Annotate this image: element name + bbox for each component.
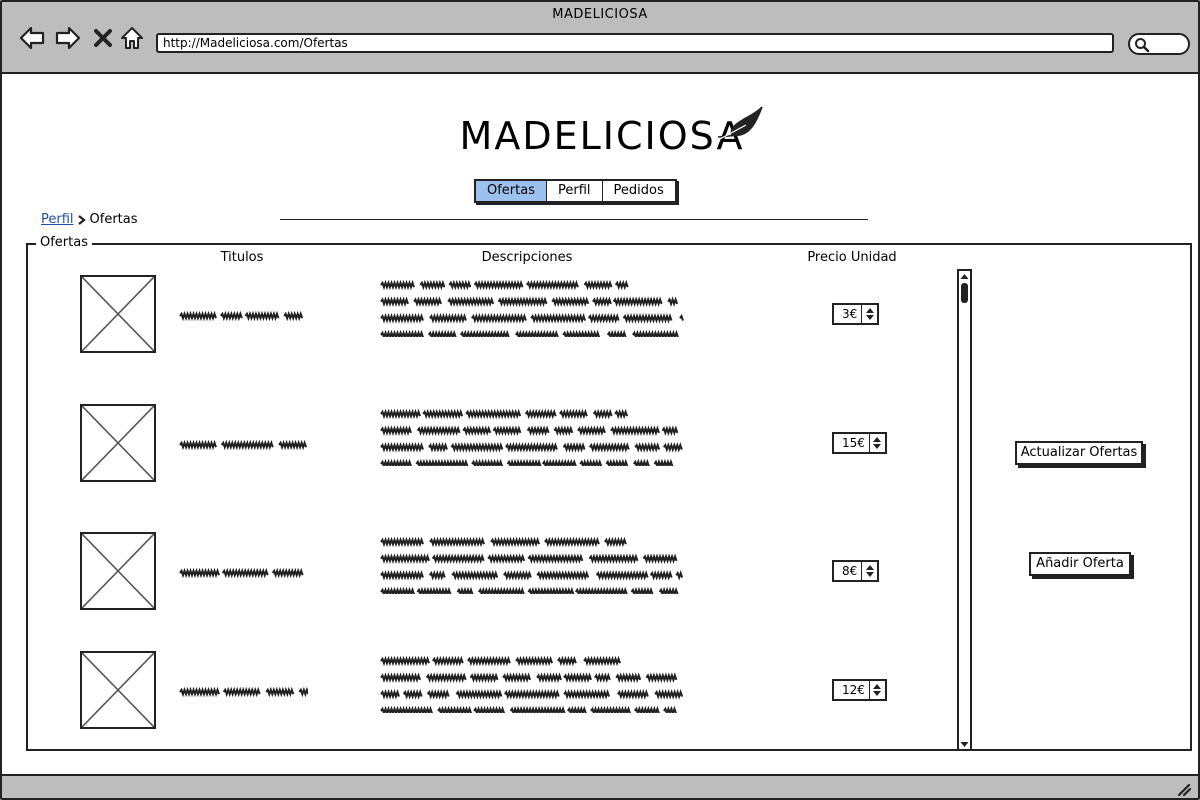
offer-title-scribble <box>178 564 308 583</box>
offers-scrollbar[interactable] <box>957 269 972 751</box>
offer-image-placeholder <box>80 532 156 610</box>
breadcrumb-link-perfil[interactable]: Perfil <box>41 212 74 227</box>
scroll-down-arrow-icon[interactable] <box>959 739 970 749</box>
offer-description-scribble <box>379 279 684 341</box>
offers-legend: Ofertas <box>36 235 92 250</box>
scroll-up-arrow-icon[interactable] <box>959 271 970 281</box>
add-offer-button[interactable]: Añadir Oferta <box>1029 552 1131 576</box>
column-header-titles: Titulos <box>220 250 264 265</box>
window-title: MADELICIOSA <box>552 7 648 22</box>
offer-description-scribble <box>379 536 684 598</box>
scroll-thumb[interactable] <box>961 283 968 303</box>
offer-image-placeholder <box>80 275 156 353</box>
price-stepper[interactable]: 12€ <box>832 679 887 701</box>
price-value: 12€ <box>842 683 865 697</box>
column-header-price: Precio Unidad <box>807 250 897 265</box>
offer-description-scribble <box>379 655 684 717</box>
browser-titlebar: MADELICIOSA http://Madeliciosa.com/Ofert… <box>2 2 1198 74</box>
forward-icon[interactable] <box>54 24 82 52</box>
breadcrumb-current: Ofertas <box>89 212 138 227</box>
update-offers-button[interactable]: Actualizar Ofertas <box>1015 441 1143 465</box>
price-value: 15€ <box>842 436 865 450</box>
url-input[interactable]: http://Madeliciosa.com/Ofertas <box>156 33 1114 53</box>
logo-text: MADELICIOSA <box>459 114 745 158</box>
column-header-descriptions: Descripciones <box>481 250 573 265</box>
close-icon[interactable] <box>89 24 117 52</box>
tab-ofertas[interactable]: Ofertas <box>476 181 547 201</box>
resize-grip-icon[interactable] <box>1176 782 1192 796</box>
price-value: 3€ <box>842 307 858 321</box>
stepper-arrows-icon[interactable] <box>861 305 877 323</box>
price-value: 8€ <box>842 564 858 578</box>
price-stepper[interactable]: 15€ <box>832 432 887 454</box>
offer-description-scribble <box>379 408 684 470</box>
breadcrumb: Perfil Ofertas <box>41 212 138 227</box>
main-tabs: Ofertas Perfil Pedidos <box>474 179 677 203</box>
offer-image-placeholder <box>80 404 156 482</box>
tab-perfil[interactable]: Perfil <box>547 181 603 201</box>
offer-image-placeholder <box>80 651 156 729</box>
price-stepper[interactable]: 3€ <box>832 303 880 325</box>
chevron-right-icon <box>77 214 86 225</box>
home-icon[interactable] <box>118 24 146 52</box>
stepper-arrows-icon[interactable] <box>868 681 885 699</box>
browser-window: MADELICIOSA http://Madeliciosa.com/Ofert… <box>0 0 1200 800</box>
stepper-arrows-icon[interactable] <box>861 562 877 580</box>
search-icon <box>1135 38 1150 53</box>
price-stepper[interactable]: 8€ <box>832 560 880 582</box>
browser-search-input[interactable] <box>1128 33 1190 55</box>
offer-title-scribble <box>178 436 308 455</box>
stepper-arrows-icon[interactable] <box>868 434 885 452</box>
site-logo: MADELICIOSA <box>2 114 1198 158</box>
feather-icon <box>717 106 763 140</box>
tab-pedidos[interactable]: Pedidos <box>603 181 675 201</box>
header-divider <box>280 219 868 220</box>
back-icon[interactable] <box>18 24 46 52</box>
browser-statusbar <box>2 774 1198 798</box>
offer-title-scribble <box>178 307 308 326</box>
offer-title-scribble <box>178 683 310 702</box>
